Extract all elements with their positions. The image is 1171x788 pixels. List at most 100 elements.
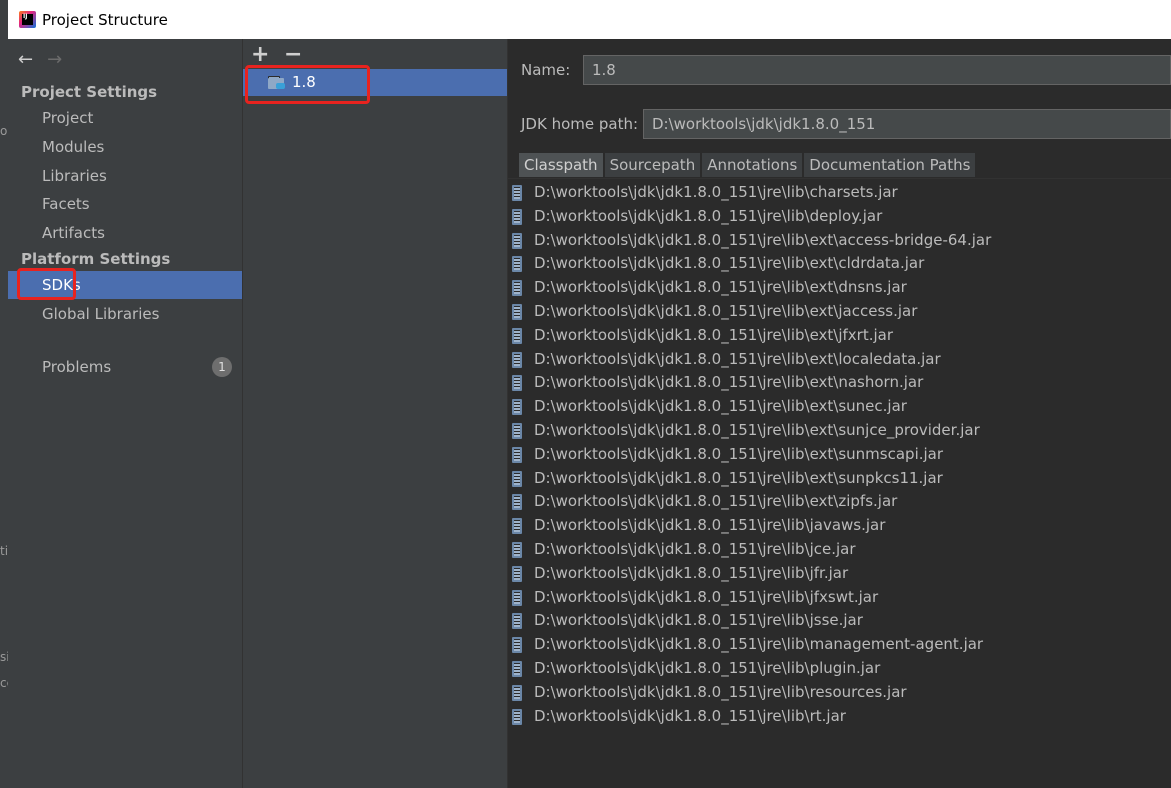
nav-item-label: Libraries [42, 167, 107, 185]
window-title: Project Structure [42, 10, 168, 29]
classpath-entry: D:\worktools\jdk\jdk1.8.0_151\jre\lib\de… [534, 206, 883, 225]
sdk-detail-panel: Name: 1.8 JDK home path: D:\worktools\jd… [508, 39, 1171, 788]
jar-file-icon [512, 494, 522, 511]
tab-documentation-paths[interactable]: Documentation Paths [803, 152, 977, 178]
classpath-row[interactable]: D:\worktools\jdk\jdk1.8.0_151\jre\lib\ex… [508, 253, 1171, 277]
jar-file-icon [512, 518, 522, 535]
classpath-entry: D:\worktools\jdk\jdk1.8.0_151\jre\lib\ex… [534, 278, 907, 297]
jdk-home-path-field[interactable]: D:\worktools\jdk\jdk1.8.0_151 [643, 109, 1171, 139]
tabs-divider [508, 178, 1171, 179]
classpath-row[interactable]: D:\worktools\jdk\jdk1.8.0_151\jre\lib\ex… [508, 491, 1171, 515]
jar-file-icon [512, 708, 522, 725]
classpath-entry: D:\worktools\jdk\jdk1.8.0_151\jre\lib\ex… [534, 349, 941, 368]
tab-classpath[interactable]: Classpath [518, 152, 604, 178]
intellij-app-icon: IJ [19, 11, 36, 28]
jar-file-icon [512, 589, 522, 606]
nav-item-modules[interactable]: Modules [8, 133, 242, 161]
tab-sourcepath[interactable]: Sourcepath [603, 152, 702, 178]
jar-file-icon [512, 541, 522, 558]
jar-file-icon [512, 613, 522, 630]
classpath-row[interactable]: D:\worktools\jdk\jdk1.8.0_151\jre\lib\rt… [508, 706, 1171, 730]
name-field[interactable]: 1.8 [583, 55, 1171, 85]
jar-file-icon [512, 375, 522, 392]
name-label: Name: [521, 61, 571, 79]
nav-arrows: ← → [18, 49, 62, 70]
classpath-row[interactable]: D:\worktools\jdk\jdk1.8.0_151\jre\lib\ex… [508, 301, 1171, 325]
classpath-entry: D:\worktools\jdk\jdk1.8.0_151\jre\lib\rt… [534, 706, 846, 725]
classpath-entry: D:\worktools\jdk\jdk1.8.0_151\jre\lib\js… [534, 611, 863, 630]
edge-fragment: si [0, 650, 8, 664]
nav-item-facets[interactable]: Facets [8, 190, 242, 218]
remove-sdk-button[interactable]: − [284, 42, 302, 67]
classpath-row[interactable]: D:\worktools\jdk\jdk1.8.0_151\jre\lib\ch… [508, 182, 1171, 206]
jar-file-icon [512, 399, 522, 416]
classpath-row[interactable]: D:\worktools\jdk\jdk1.8.0_151\jre\lib\jf… [508, 563, 1171, 587]
back-arrow-icon[interactable]: ← [18, 49, 33, 70]
classpath-entry: D:\worktools\jdk\jdk1.8.0_151\jre\lib\ex… [534, 230, 992, 249]
path-tabs: Classpath Sourcepath Annotations Documen… [518, 152, 977, 178]
jar-file-icon [512, 208, 522, 225]
classpath-row[interactable]: D:\worktools\jdk\jdk1.8.0_151\jre\lib\re… [508, 682, 1171, 706]
nav-item-label: Global Libraries [42, 305, 160, 323]
jdk-home-path-label: JDK home path: [521, 115, 639, 133]
platform-settings-heading: Platform Settings [21, 250, 171, 268]
classpath-row[interactable]: D:\worktools\jdk\jdk1.8.0_151\jre\lib\jc… [508, 539, 1171, 563]
classpath-row[interactable]: D:\worktools\jdk\jdk1.8.0_151\jre\lib\jf… [508, 587, 1171, 611]
classpath-entry: D:\worktools\jdk\jdk1.8.0_151\jre\lib\ma… [534, 635, 984, 654]
classpath-entry: D:\worktools\jdk\jdk1.8.0_151\jre\lib\ex… [534, 420, 980, 439]
title-bar: IJ Project Structure [8, 0, 1171, 39]
classpath-row[interactable]: D:\worktools\jdk\jdk1.8.0_151\jre\lib\ja… [508, 515, 1171, 539]
classpath-row[interactable]: D:\worktools\jdk\jdk1.8.0_151\jre\lib\ma… [508, 634, 1171, 658]
classpath-entry: D:\worktools\jdk\jdk1.8.0_151\jre\lib\ex… [534, 444, 944, 463]
classpath-entry: D:\worktools\jdk\jdk1.8.0_151\jre\lib\ex… [534, 254, 925, 273]
classpath-row[interactable]: D:\worktools\jdk\jdk1.8.0_151\jre\lib\ex… [508, 444, 1171, 468]
classpath-entry: D:\worktools\jdk\jdk1.8.0_151\jre\lib\pl… [534, 658, 881, 677]
background-window-edge: on ti si ce [0, 0, 8, 788]
classpath-entry: D:\worktools\jdk\jdk1.8.0_151\jre\lib\ex… [534, 397, 907, 416]
jar-file-icon [512, 565, 522, 582]
edge-fragment: on [0, 124, 8, 138]
classpath-row[interactable]: D:\worktools\jdk\jdk1.8.0_151\jre\lib\ex… [508, 349, 1171, 373]
nav-item-label: Modules [42, 138, 105, 156]
classpath-row[interactable]: D:\worktools\jdk\jdk1.8.0_151\jre\lib\ex… [508, 396, 1171, 420]
forward-arrow-icon[interactable]: → [47, 49, 62, 70]
classpath-entry: D:\worktools\jdk\jdk1.8.0_151\jre\lib\ex… [534, 373, 924, 392]
nav-item-label: Project [42, 109, 94, 127]
classpath-row[interactable]: D:\worktools\jdk\jdk1.8.0_151\jre\lib\js… [508, 610, 1171, 634]
nav-item-label: Problems [42, 358, 112, 376]
classpath-entry: D:\worktools\jdk\jdk1.8.0_151\jre\lib\jf… [534, 587, 879, 606]
classpath-list: D:\worktools\jdk\jdk1.8.0_151\jre\lib\ch… [508, 182, 1171, 729]
classpath-entry: D:\worktools\jdk\jdk1.8.0_151\jre\lib\ex… [534, 468, 943, 487]
project-settings-heading: Project Settings [21, 83, 158, 101]
jar-file-icon [512, 303, 522, 320]
classpath-entry: D:\worktools\jdk\jdk1.8.0_151\jre\lib\re… [534, 682, 907, 701]
jar-file-icon [512, 280, 522, 297]
add-sdk-button[interactable]: + [251, 42, 269, 67]
jar-file-icon [512, 351, 522, 368]
classpath-entry: D:\worktools\jdk\jdk1.8.0_151\jre\lib\ex… [534, 325, 894, 344]
tab-annotations[interactable]: Annotations [701, 152, 804, 178]
jar-file-icon [512, 422, 522, 439]
nav-item-problems[interactable]: Problems 1 [8, 353, 242, 381]
classpath-row[interactable]: D:\worktools\jdk\jdk1.8.0_151\jre\lib\ex… [508, 372, 1171, 396]
nav-item-label: Artifacts [42, 224, 105, 242]
jar-file-icon [512, 637, 522, 654]
classpath-row[interactable]: D:\worktools\jdk\jdk1.8.0_151\jre\lib\de… [508, 206, 1171, 230]
nav-item-global-libraries[interactable]: Global Libraries [8, 300, 242, 328]
classpath-row[interactable]: D:\worktools\jdk\jdk1.8.0_151\jre\lib\pl… [508, 658, 1171, 682]
nav-item-artifacts[interactable]: Artifacts [8, 219, 242, 247]
jar-file-icon [512, 446, 522, 463]
classpath-row[interactable]: D:\worktools\jdk\jdk1.8.0_151\jre\lib\ex… [508, 277, 1171, 301]
classpath-row[interactable]: D:\worktools\jdk\jdk1.8.0_151\jre\lib\ex… [508, 468, 1171, 492]
nav-item-libraries[interactable]: Libraries [8, 162, 242, 190]
classpath-row[interactable]: D:\worktools\jdk\jdk1.8.0_151\jre\lib\ex… [508, 230, 1171, 254]
classpath-entry: D:\worktools\jdk\jdk1.8.0_151\jre\lib\ch… [534, 183, 898, 201]
classpath-row[interactable]: D:\worktools\jdk\jdk1.8.0_151\jre\lib\ex… [508, 325, 1171, 349]
edge-fragment: ti [0, 544, 8, 558]
problems-count-badge: 1 [212, 357, 232, 377]
nav-item-project[interactable]: Project [8, 104, 242, 132]
classpath-entry: D:\worktools\jdk\jdk1.8.0_151\jre\lib\jc… [534, 539, 856, 558]
sdks-highlight-box [17, 268, 76, 300]
classpath-row[interactable]: D:\worktools\jdk\jdk1.8.0_151\jre\lib\ex… [508, 420, 1171, 444]
jar-file-icon [512, 185, 522, 201]
